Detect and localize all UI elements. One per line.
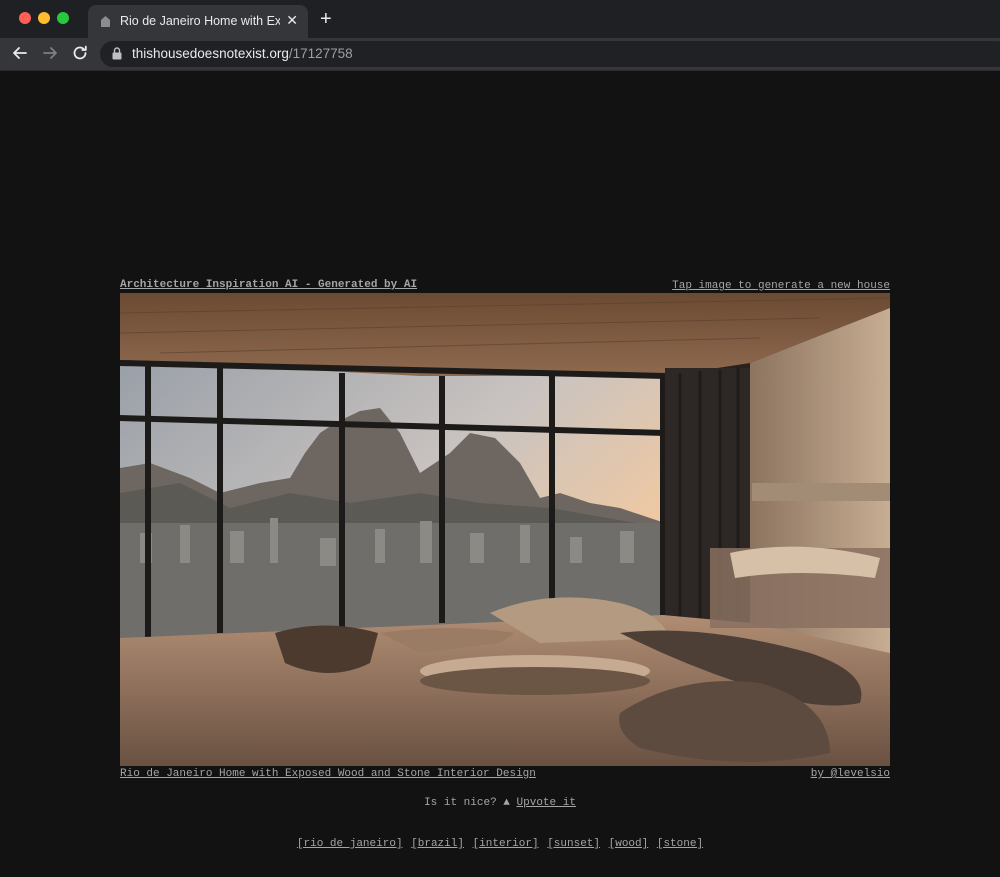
minimize-window-button[interactable] xyxy=(38,12,50,24)
reload-icon[interactable] xyxy=(69,42,91,64)
house-favicon-icon xyxy=(101,16,110,27)
url-text: thishousedoesnotexist.org/17127758 xyxy=(132,46,353,61)
url-host: thishousedoesnotexist.org xyxy=(132,46,289,61)
generate-new-house-link[interactable]: Tap image to generate a new house xyxy=(672,280,890,292)
new-tab-button[interactable]: + xyxy=(320,8,332,30)
close-window-button[interactable] xyxy=(19,12,31,24)
vote-prompt: Is it nice? xyxy=(424,797,497,809)
browser-tab-bar: Rio de Janeiro Home with Exposed Wood an… xyxy=(0,0,1000,38)
vote-row: Is it nice? ▲ Upvote it xyxy=(0,797,1000,809)
upvote-arrow-icon: ▲ xyxy=(503,797,510,809)
browser-toolbar: thishousedoesnotexist.org/17127758 xyxy=(0,38,1000,71)
site-heading-link[interactable]: Architecture Inspiration AI - Generated … xyxy=(120,279,417,291)
browser-tab[interactable]: Rio de Janeiro Home with Exposed Wood an… xyxy=(88,5,308,38)
tab-title: Rio de Janeiro Home with Exposed Wood an… xyxy=(120,14,280,28)
tag-link-rio-de-janeiro[interactable]: [rio de janeiro] xyxy=(297,838,403,850)
tag-link-brazil[interactable]: [brazil] xyxy=(411,838,464,850)
author-credit-link[interactable]: by @levelsio xyxy=(811,768,890,780)
tag-link-sunset[interactable]: [sunset] xyxy=(547,838,600,850)
back-arrow-icon[interactable] xyxy=(9,42,31,64)
maximize-window-button[interactable] xyxy=(57,12,69,24)
tab-close-icon[interactable]: ✕ xyxy=(286,12,298,29)
tag-link-wood[interactable]: [wood] xyxy=(609,838,649,850)
house-caption-link[interactable]: Rio de Janeiro Home with Exposed Wood an… xyxy=(120,768,536,780)
url-path: /17127758 xyxy=(288,46,353,61)
lock-icon[interactable] xyxy=(112,47,122,60)
generated-house-image[interactable] xyxy=(120,293,890,766)
tag-link-stone[interactable]: [stone] xyxy=(657,838,703,850)
forward-arrow-icon[interactable] xyxy=(39,42,61,64)
upvote-link[interactable]: Upvote it xyxy=(517,797,576,809)
tag-list: [rio de janeiro] [brazil] [interior] [su… xyxy=(0,838,1000,850)
address-bar[interactable]: thishousedoesnotexist.org/17127758 xyxy=(100,41,1000,67)
tag-link-interior[interactable]: [interior] xyxy=(473,838,539,850)
